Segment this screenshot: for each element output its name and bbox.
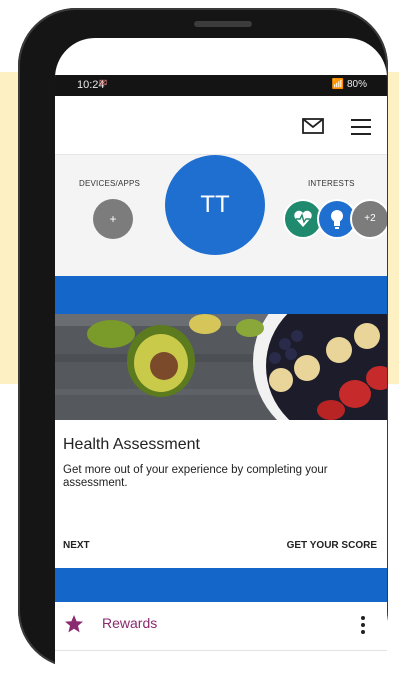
status-bar: 10:24 ✉ 📶 80%	[55, 75, 387, 96]
get-your-score-button[interactable]: GET YOUR SCORE	[287, 540, 377, 551]
mail-icon[interactable]	[302, 118, 324, 134]
rewards-label: Rewards	[102, 615, 158, 631]
star-icon	[65, 615, 83, 633]
health-assessment-card: Health Assessment Get more out of your e…	[55, 420, 387, 551]
banner-strip	[55, 276, 387, 314]
next-button[interactable]: NEXT	[63, 540, 90, 551]
section-banner	[55, 568, 387, 602]
phone-screen: 10:24 ✉ 📶 80% DEVICES/APPS + TT INTEREST…	[55, 38, 387, 678]
more-options-icon[interactable]	[361, 616, 365, 634]
more-interests-badge[interactable]: +2	[350, 199, 387, 239]
interests-label: INTERESTS	[308, 179, 355, 188]
battery-level: 80%	[346, 79, 367, 90]
profile-summary: DEVICES/APPS + TT INTERESTS +2	[55, 154, 387, 277]
wifi-signal-icon: 📶	[331, 79, 345, 90]
devices-apps-label: DEVICES/APPS	[79, 179, 141, 188]
avatar[interactable]: TT	[165, 155, 265, 255]
rewards-row[interactable]: Rewards	[55, 602, 387, 651]
hamburger-menu-icon[interactable]	[351, 119, 371, 135]
card-description: Get more out of your experience by compl…	[63, 464, 328, 489]
card-title: Health Assessment	[63, 436, 200, 453]
notification-icons: ✉	[99, 78, 108, 89]
app-header	[55, 96, 387, 154]
phone-frame: 10:24 ✉ 📶 80% DEVICES/APPS + TT INTEREST…	[18, 8, 388, 678]
healthy-food-image	[55, 314, 387, 420]
add-device-button[interactable]: +	[93, 199, 133, 239]
phone-speaker	[194, 21, 252, 27]
status-indicators: 📶 80%	[332, 79, 367, 90]
